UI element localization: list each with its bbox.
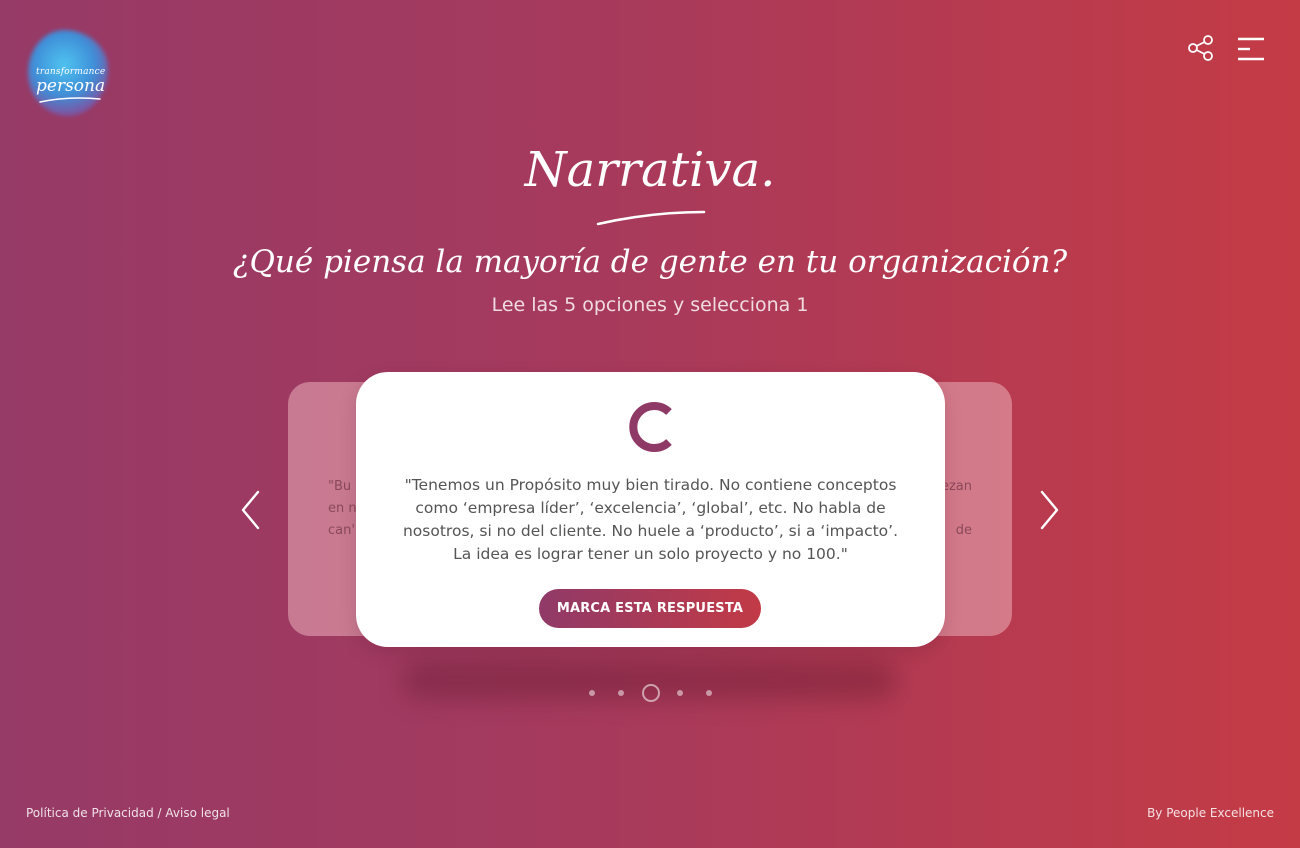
pagination-dot[interactable]	[706, 690, 712, 696]
option-text: "Tenemos un Propósito muy bien tirado. N…	[402, 476, 899, 563]
share-icon[interactable]	[1186, 34, 1216, 62]
logo-swoosh	[39, 97, 101, 103]
instruction-text: Lee las 5 opciones y selecciona 1	[491, 294, 809, 316]
chevron-left-icon[interactable]	[238, 488, 262, 532]
page-title: Narrativa.	[524, 142, 776, 198]
footer-separator: /	[153, 806, 166, 820]
title-underline	[596, 210, 706, 226]
privacy-policy-link[interactable]: Política de Privacidad	[26, 806, 154, 820]
logo-text-main: persona	[36, 76, 106, 96]
pagination-dot[interactable]	[589, 690, 595, 696]
legal-notice-link[interactable]: Aviso legal	[165, 806, 229, 820]
pagination-dot[interactable]	[677, 690, 683, 696]
chevron-right-icon[interactable]	[1038, 488, 1062, 532]
question-heading: ¿Qué piensa la mayoría de gente en tu or…	[232, 244, 1068, 280]
mark-answer-button[interactable]: MARCA ESTA RESPUESTA	[539, 589, 761, 628]
pagination-dot[interactable]	[618, 690, 624, 696]
pagination-dot-active[interactable]	[642, 684, 660, 702]
footer-links: Política de Privacidad / Aviso legal	[26, 806, 230, 820]
option-card: "Tenemos un Propósito muy bien tirado. N…	[356, 372, 945, 647]
option-letter-c	[629, 402, 672, 452]
carousel-pagination	[586, 683, 718, 703]
credit-link[interactable]: By People Excellence	[1147, 806, 1274, 820]
menu-icon[interactable]	[1236, 36, 1266, 62]
logo[interactable]: transformance persona	[24, 26, 114, 122]
